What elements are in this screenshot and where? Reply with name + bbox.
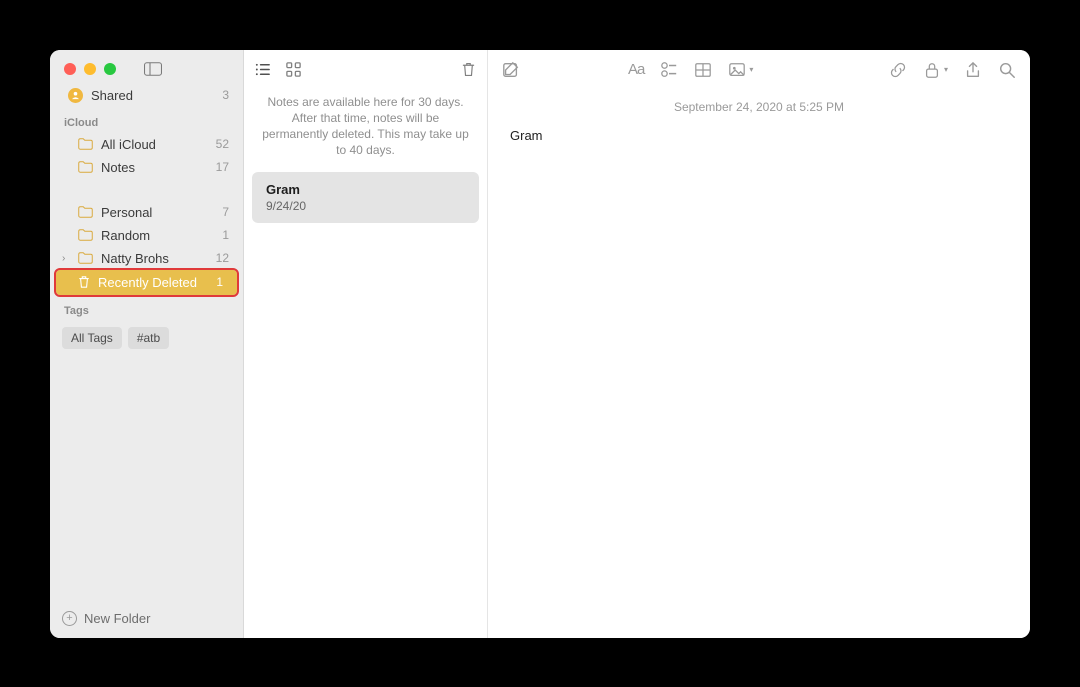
sidebar-item-count: 17 xyxy=(216,160,229,174)
checklist-icon[interactable] xyxy=(660,61,678,79)
folder-icon xyxy=(78,252,93,264)
sidebar-item-label: Recently Deleted xyxy=(98,275,208,290)
new-folder-button[interactable]: + New Folder xyxy=(50,603,243,638)
folder-icon xyxy=(78,138,93,150)
sidebar-item-label: Personal xyxy=(101,205,214,220)
sidebar-item-count: 7 xyxy=(222,205,229,219)
sidebar-item-count: 3 xyxy=(222,88,229,102)
notes-list-toolbar xyxy=(244,50,487,90)
window-titlebar xyxy=(50,50,243,84)
media-dropdown[interactable]: ▾ xyxy=(728,61,753,79)
compose-note-icon[interactable] xyxy=(502,61,520,79)
chevron-right-icon[interactable]: › xyxy=(62,253,65,264)
table-icon[interactable] xyxy=(694,61,712,79)
delete-note-icon[interactable] xyxy=(460,61,477,78)
trash-icon xyxy=(78,275,90,289)
link-icon[interactable] xyxy=(889,61,907,79)
list-view-icon[interactable] xyxy=(254,61,271,78)
sidebar-item-count: 1 xyxy=(222,228,229,242)
note-title: Gram xyxy=(266,182,465,197)
new-folder-label: New Folder xyxy=(84,611,150,626)
chevron-down-icon: ▾ xyxy=(944,65,948,74)
note-list-item[interactable]: Gram 9/24/20 xyxy=(252,172,479,223)
sidebar-item-notes[interactable]: Notes 17 xyxy=(50,156,243,179)
note-body-text[interactable]: Gram xyxy=(488,122,1030,149)
sidebar-item-recently-deleted[interactable]: Recently Deleted 1 xyxy=(56,270,237,295)
sidebar-toggle-icon[interactable] xyxy=(144,62,162,76)
sidebar-item-count: 52 xyxy=(216,137,229,151)
tag-atb[interactable]: #atb xyxy=(128,327,169,349)
shared-icon xyxy=(68,88,83,103)
zoom-window-button[interactable] xyxy=(104,63,116,75)
sidebar-item-label: All iCloud xyxy=(101,137,208,152)
note-timestamp: September 24, 2020 at 5:25 PM xyxy=(488,90,1030,122)
sidebar-item-all-icloud[interactable]: All iCloud 52 xyxy=(50,133,243,156)
sidebar-section-tags: Tags xyxy=(50,295,243,321)
sidebar-item-label: Notes xyxy=(101,160,208,175)
sidebar-item-count: 1 xyxy=(216,275,223,289)
folder-icon xyxy=(78,206,93,218)
sidebar-content: Shared 3 iCloud All iCloud 52 Notes 17 xyxy=(50,84,243,603)
notes-list-column: Notes are available here for 30 days. Af… xyxy=(244,50,488,638)
sidebar-item-random[interactable]: Random 1 xyxy=(50,224,243,247)
sidebar-item-personal[interactable]: Personal 7 xyxy=(50,201,243,224)
sidebar-item-count: 12 xyxy=(216,251,229,265)
window-controls xyxy=(64,63,116,75)
chevron-down-icon: ▾ xyxy=(749,65,753,74)
search-icon[interactable] xyxy=(998,61,1016,79)
sidebar-item-shared[interactable]: Shared 3 xyxy=(50,84,243,107)
sidebar: Shared 3 iCloud All iCloud 52 Notes 17 xyxy=(50,50,244,638)
close-window-button[interactable] xyxy=(64,63,76,75)
tag-all-tags[interactable]: All Tags xyxy=(62,327,122,349)
note-date: 9/24/20 xyxy=(266,199,465,213)
notes-window: Shared 3 iCloud All iCloud 52 Notes 17 xyxy=(50,50,1030,638)
folder-icon xyxy=(78,161,93,173)
note-editor: Aa ▾ ▾ xyxy=(488,50,1030,638)
sidebar-section-icloud: iCloud xyxy=(50,107,243,133)
minimize-window-button[interactable] xyxy=(84,63,96,75)
format-text-icon[interactable]: Aa xyxy=(628,61,644,78)
gallery-view-icon[interactable] xyxy=(285,61,302,78)
folder-icon xyxy=(78,229,93,241)
plus-circle-icon: + xyxy=(62,611,77,626)
editor-toolbar: Aa ▾ ▾ xyxy=(488,50,1030,90)
sidebar-item-label: Random xyxy=(101,228,214,243)
sidebar-item-natty-brohs[interactable]: › Natty Brohs 12 xyxy=(50,247,243,270)
sidebar-item-label: Shared xyxy=(91,88,214,103)
share-icon[interactable] xyxy=(964,61,982,79)
deleted-info-text: Notes are available here for 30 days. Af… xyxy=(244,90,487,173)
lock-dropdown[interactable]: ▾ xyxy=(923,61,948,79)
tags-container: All Tags #atb xyxy=(50,321,243,355)
sidebar-item-label: Natty Brohs xyxy=(101,251,208,266)
